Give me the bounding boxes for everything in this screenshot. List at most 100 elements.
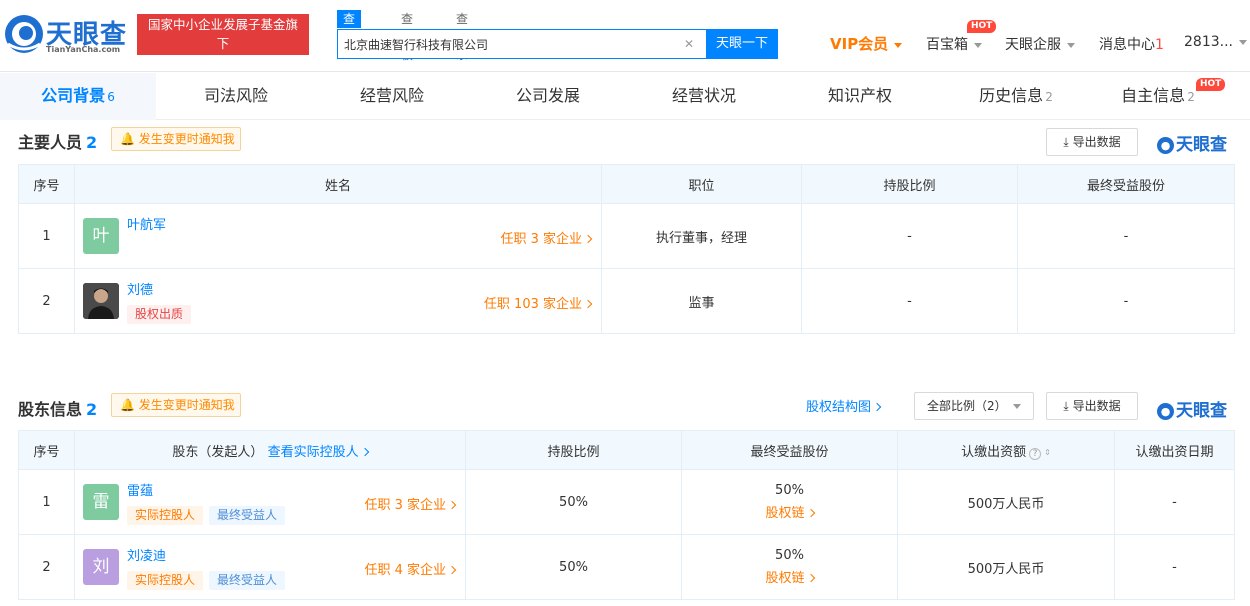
avatar[interactable]: 叶: [83, 218, 119, 254]
logo-mark-icon: [5, 15, 43, 53]
brand-text: 天眼查: [1176, 401, 1227, 421]
personnel-table: 序号 姓名 职位 持股比例 最终受益股份 1 叶 叶航军 任职 3 家企业 执行…: [18, 164, 1235, 334]
holder-name-link[interactable]: 刘凌迪: [127, 545, 166, 564]
col-header-ratio: 持股比例: [465, 430, 682, 470]
bell-icon: 🔔: [120, 398, 135, 412]
equity-structure-link[interactable]: 股权结构图: [806, 396, 882, 415]
benefit-cell: -: [1017, 203, 1235, 269]
baibaoxiang-menu[interactable]: 百宝箱: [926, 34, 982, 54]
message-center[interactable]: 消息中心1: [1099, 34, 1164, 54]
tab-judicial-risk[interactable]: 司法风险: [158, 73, 314, 120]
tab-label: 公司背景: [41, 86, 106, 105]
roles-link[interactable]: 任职 103 家企业: [484, 293, 593, 312]
share-cell: -: [801, 203, 1018, 269]
date-cell: -: [1114, 534, 1235, 600]
col-header-capital[interactable]: 认缴出资额? ⇕: [897, 430, 1115, 470]
chevron-right-icon: [583, 234, 593, 244]
personnel-notify-button[interactable]: 🔔 发生变更时通知我: [111, 127, 241, 151]
search-tab-relation[interactable]: 查关系: [456, 10, 468, 62]
benefit-cell: 50% 股权链: [681, 534, 898, 600]
shareholders-export-button[interactable]: ⤓ 导出数据: [1046, 392, 1138, 420]
sort-icon[interactable]: ⇕: [1044, 448, 1051, 457]
table-header-row: 序号 股东（发起人） 查看实际控股人 持股比例 最终受益股份 认缴出资额? ⇕ 认…: [18, 430, 1235, 470]
roles-link[interactable]: 任职 3 家企业: [500, 228, 593, 247]
tag-row: 股权出质: [127, 305, 197, 324]
tianyancha-watermark: ● 天眼查: [1157, 396, 1227, 421]
search-input[interactable]: [338, 30, 706, 58]
chevron-down-icon: [974, 42, 982, 48]
tianyancha-logo[interactable]: 天眼查 TianYanCha.com: [4, 10, 134, 58]
roles-link[interactable]: 任职 3 家企业: [364, 494, 457, 513]
avatar[interactable]: 雷: [83, 484, 119, 520]
tab-label: 经营状况: [671, 86, 736, 105]
avatar-photo[interactable]: [83, 283, 119, 319]
clear-icon[interactable]: ✕: [684, 37, 694, 51]
col-header-benefit: 最终受益股份: [1017, 164, 1235, 204]
message-count: 1: [1155, 37, 1164, 53]
final-beneficiary-tag: 最终受益人: [209, 571, 286, 590]
share-cell: -: [801, 268, 1018, 334]
search-box: ✕ 天眼一下: [337, 29, 778, 59]
equity-pledge-tag[interactable]: 股权出质: [127, 305, 192, 324]
table-row: 1 雷 雷蕴 实际控股人 最终受益人 任职 3 家企业 50% 50% 股权链 5…: [18, 469, 1235, 535]
equity-chain-link[interactable]: 股权链: [682, 502, 897, 521]
ratio-cell: 50%: [465, 534, 682, 600]
capital-header-text: 认缴出资额: [961, 444, 1027, 460]
chevron-right-icon: [806, 508, 815, 518]
tab-intellectual-property[interactable]: 知识产权: [782, 73, 938, 120]
search-button[interactable]: 天眼一下: [706, 29, 778, 59]
row-no: 1: [18, 203, 75, 269]
benefit-value: 50%: [775, 548, 804, 563]
equity-chain-text: 股权链: [765, 571, 805, 586]
person-name-link[interactable]: 刘德: [127, 279, 153, 298]
tab-company-development[interactable]: 公司发展: [470, 73, 626, 120]
search-tab-company[interactable]: 查公司: [337, 10, 362, 62]
user-menu[interactable]: 2813...: [1184, 34, 1247, 50]
tab-operating-status[interactable]: 经营状况: [626, 73, 782, 120]
tag-row: 实际控股人 最终受益人: [127, 571, 291, 590]
person-name-link[interactable]: 叶航军: [127, 214, 166, 233]
tab-operating-risk[interactable]: 经营风险: [314, 73, 470, 120]
qifu-menu[interactable]: 天眼企服: [1005, 34, 1075, 54]
avatar[interactable]: 刘: [83, 549, 119, 585]
chevron-right-icon: [583, 299, 593, 309]
help-icon[interactable]: ?: [1029, 447, 1042, 460]
benefit-cell: -: [1017, 268, 1235, 334]
tab-label: 自主信息: [1121, 86, 1186, 105]
shareholders-title: 股东信息 2: [18, 396, 97, 420]
table-header-row: 序号 姓名 职位 持股比例 最终受益股份: [18, 164, 1235, 204]
brand-text: 天眼查: [1176, 135, 1227, 155]
personnel-count: 2: [86, 133, 98, 152]
table-row: 2 刘德 股权出质 任职 103 家企业 监事 - -: [18, 268, 1235, 334]
tab-history[interactable]: 历史信息 2: [938, 73, 1094, 120]
chevron-right-icon: [806, 573, 815, 583]
banner-line-2: 官方备案企业征信机构: [155, 55, 291, 70]
holder-name-link[interactable]: 雷蕴: [127, 480, 153, 499]
person-photo-icon: [83, 283, 119, 319]
col-header-no: 序号: [18, 164, 75, 204]
tab-count: 2: [1187, 90, 1195, 104]
export-label: 导出数据: [1072, 135, 1121, 149]
date-cell: -: [1114, 469, 1235, 535]
roles-link[interactable]: 任职 4 家企业: [364, 559, 457, 578]
tab-company-background[interactable]: 公司背景 6: [0, 73, 156, 120]
search-tab-boss[interactable]: 查老板: [401, 10, 413, 62]
capital-cell: 500万人民币: [897, 534, 1115, 600]
actual-controller-link[interactable]: 查看实际控股人: [268, 445, 369, 460]
ratio-cell: 50%: [465, 469, 682, 535]
col-header-name: 姓名: [74, 164, 602, 204]
ratio-select[interactable]: 全部比例（2）: [914, 392, 1034, 420]
vip-menu[interactable]: VIP会员: [830, 33, 903, 54]
brand-mark-icon: ●: [1157, 137, 1174, 154]
roles-text: 任职 3 家企业: [364, 498, 446, 513]
brand-mark-icon: ●: [1157, 403, 1174, 420]
tab-label: 历史信息: [979, 86, 1044, 105]
benefit-value: 50%: [775, 483, 804, 498]
shareholders-notify-button[interactable]: 🔔 发生变更时通知我: [111, 393, 241, 417]
col-header-position: 职位: [601, 164, 802, 204]
equity-chain-link[interactable]: 股权链: [682, 567, 897, 586]
personnel-export-button[interactable]: ⤓ 导出数据: [1046, 128, 1138, 156]
chevron-right-icon: [360, 447, 369, 456]
banner-line-1: 国家中小企业发展子基金旗下: [147, 17, 298, 51]
ratio-select-value: 全部比例（2）: [927, 399, 1007, 413]
